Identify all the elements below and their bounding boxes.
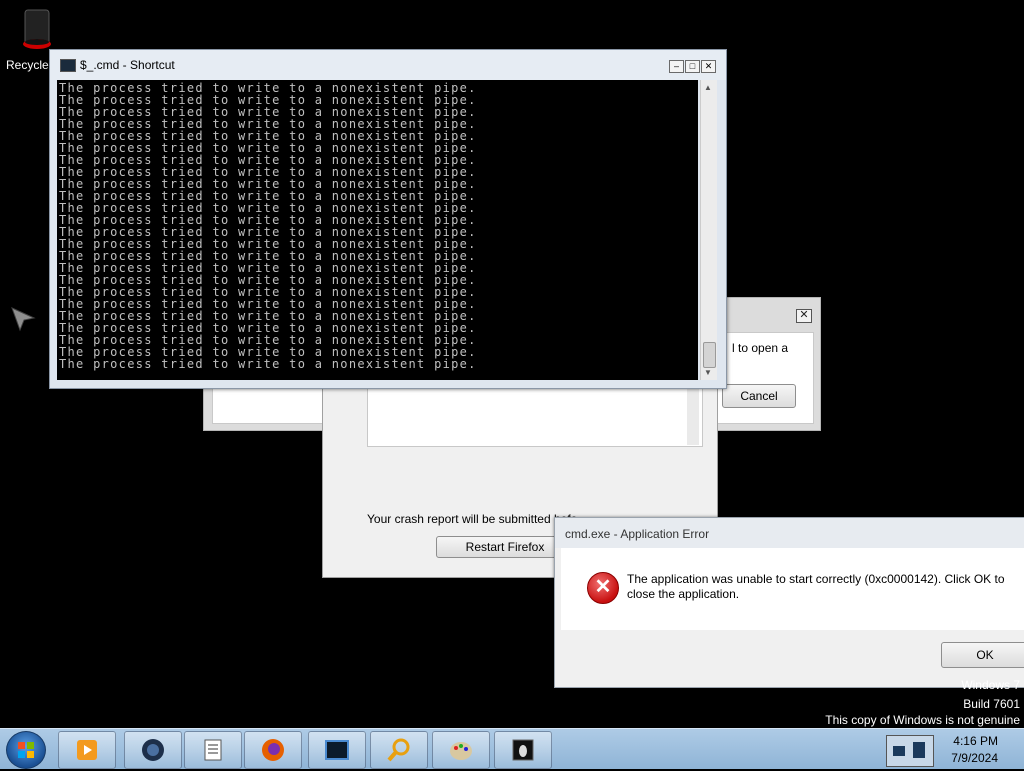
taskbar-globe[interactable] — [124, 731, 182, 769]
search-icon — [387, 738, 410, 762]
clock-time[interactable]: 4:16 PM — [953, 734, 998, 748]
notepad-icon — [204, 739, 222, 761]
dialog-title: cmd.exe - Application Error — [565, 527, 710, 541]
cancel-button[interactable]: Cancel — [722, 384, 796, 408]
taskbar — [0, 728, 1024, 769]
taskbar-bug[interactable] — [494, 731, 552, 769]
windows-version-text: Windows 7 — [961, 678, 1020, 692]
windows-logo-icon — [18, 742, 34, 758]
scrollbar[interactable] — [687, 387, 699, 445]
clock-date[interactable]: 7/9/2024 — [951, 751, 998, 765]
error-message: The application was unable to start corr… — [627, 572, 1005, 601]
scroll-down-icon[interactable]: ▼ — [704, 368, 712, 377]
taskbar-search[interactable] — [370, 731, 428, 769]
close-icon[interactable]: ✕ — [796, 309, 812, 323]
taskbar-notepad[interactable] — [184, 731, 242, 769]
maximize-icon[interactable]: □ — [685, 60, 700, 73]
build-number-text: Build 7601 — [963, 697, 1020, 711]
console-line: The process tried to write to a nonexist… — [59, 357, 477, 371]
console-output[interactable]: The process tried to write to a nonexist… — [57, 80, 698, 380]
recycle-bin-icon[interactable] — [20, 8, 54, 50]
bug-icon — [512, 739, 534, 761]
application-error-dialog: cmd.exe - Application Error ✕ The applic… — [554, 517, 1024, 688]
globe-icon — [142, 739, 164, 761]
crash-report-text: Your crash report will be submitted befo — [367, 512, 578, 526]
firefox-icon — [262, 739, 284, 761]
taskbar-firefox[interactable] — [244, 731, 302, 769]
close-icon[interactable]: ✕ — [701, 60, 716, 73]
mouse-cursor-icon — [10, 306, 36, 335]
scrollbar-thumb[interactable] — [703, 342, 716, 368]
crash-comment-field[interactable] — [367, 387, 703, 447]
paint-icon — [450, 742, 472, 760]
scroll-up-icon[interactable]: ▲ — [704, 83, 712, 92]
network-icon[interactable] — [886, 735, 934, 767]
dialog-partial-text: l to open a — [732, 341, 789, 355]
genuine-warning-text: This copy of Windows is not genuine — [825, 713, 1020, 727]
title-bar[interactable]: $_.cmd - Shortcut – □ ✕ — [50, 50, 726, 80]
taskbar-paint[interactable] — [432, 731, 490, 769]
recycle-bin-label: Recycle — [6, 58, 49, 72]
cmd-icon — [60, 59, 76, 72]
cmd-icon — [325, 740, 349, 760]
cmd-window: $_.cmd - Shortcut – □ ✕ The process trie… — [49, 49, 727, 389]
scrollbar[interactable]: ▲ ▼ — [700, 80, 717, 380]
minimize-icon[interactable]: – — [669, 60, 684, 73]
error-icon: ✕ — [587, 572, 619, 604]
ok-button[interactable]: OK — [941, 642, 1024, 668]
title-bar[interactable]: cmd.exe - Application Error — [555, 518, 1024, 548]
start-button[interactable] — [6, 731, 46, 769]
window-title: $_.cmd - Shortcut — [80, 58, 175, 72]
taskbar-media-player[interactable] — [58, 731, 116, 769]
media-player-icon — [77, 740, 97, 760]
taskbar-cmd[interactable] — [308, 731, 366, 769]
